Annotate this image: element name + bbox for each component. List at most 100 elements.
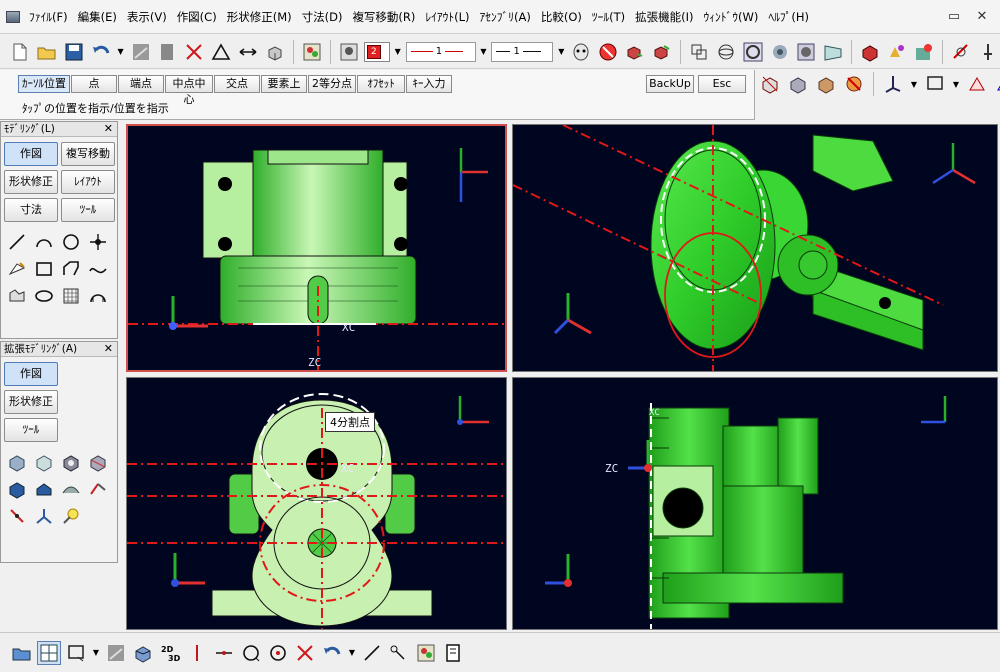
section-icon[interactable] [758,72,782,96]
new-file-icon[interactable] [8,40,32,64]
snap-endpoint-button[interactable]: 端点 [118,75,164,93]
color-dropdown-icon[interactable]: ▼ [393,42,403,62]
extrude-icon[interactable] [5,450,29,474]
menu-modify[interactable]: 形状修正(M) [222,9,297,25]
axis-red-icon[interactable] [5,504,29,528]
window-select-icon[interactable] [923,72,947,96]
modeling-modify-button[interactable]: 形状修正 [4,170,58,194]
shade-icon[interactable] [768,40,792,64]
snap-cursor-button[interactable]: ｶｰｿﾙ位置 [18,75,70,93]
measure-icon[interactable] [949,40,973,64]
ext-draw-button[interactable]: 作図 [4,362,58,386]
circle-tool-icon[interactable] [239,641,263,665]
palette-icon[interactable] [300,40,324,64]
light-icon[interactable] [59,504,83,528]
menu-dimension[interactable]: 寸法(D) [297,9,348,25]
boolean-icon[interactable] [86,477,110,501]
single-view-icon[interactable] [64,641,88,665]
save-icon[interactable] [62,40,86,64]
hatch-icon[interactable] [59,284,83,308]
horizontal-line-icon[interactable] [212,641,236,665]
vertical-line-icon[interactable] [185,641,209,665]
center-circle-icon[interactable] [266,641,290,665]
texture-icon[interactable] [814,72,838,96]
open-folder-icon[interactable] [35,40,59,64]
flip-icon[interactable] [965,72,989,96]
axis-dropdown-icon[interactable]: ▼ [909,74,919,94]
line-width-select[interactable]: 1 [491,41,554,62]
modeling-draw-button[interactable]: 作図 [4,142,58,166]
modeling-panel-close-icon[interactable]: ✕ [104,122,113,136]
menu-extensions[interactable]: 拡張機能(I) [630,9,698,25]
modeling-copy-move-button[interactable]: 複写移動 [61,142,115,166]
menu-file[interactable]: ﾌｧｲﾙ(F) [24,9,73,25]
snap-on-element-button[interactable]: 要素上 [261,75,307,93]
clip-icon[interactable] [441,641,465,665]
line-type-dropdown-icon[interactable]: ▼ [479,42,489,62]
pin-icon[interactable] [976,40,1000,64]
sketch-mode-icon[interactable] [104,641,128,665]
loft-icon[interactable] [86,450,110,474]
polyline-icon[interactable] [59,257,83,281]
mask-icon[interactable] [569,40,593,64]
rectangle-icon[interactable] [32,257,56,281]
circle-icon[interactable] [59,230,83,254]
arc-icon[interactable] [32,230,56,254]
undo-icon[interactable] [89,40,113,64]
box-measure-icon[interactable] [263,40,287,64]
backup-button[interactable]: BackUp [646,75,694,93]
menu-edit[interactable]: 編集(E) [73,9,122,25]
undo-dropdown-icon[interactable]: ▼ [116,42,126,62]
modeling-dimension-button[interactable]: 寸法 [4,198,58,222]
sketch-icon[interactable] [129,40,153,64]
fillet-icon[interactable] [86,284,110,308]
view-dropdown-icon[interactable]: ▼ [91,643,101,663]
modeling-layout-button[interactable]: ﾚｲｱｳﾄ [61,170,115,194]
sphere-icon[interactable] [714,40,738,64]
render-icon[interactable] [795,40,819,64]
point-icon[interactable] [86,230,110,254]
spline-icon[interactable] [86,257,110,281]
minimize-button[interactable]: ▭ [946,8,962,24]
box-icon[interactable] [786,72,810,96]
connect-icon[interactable] [387,641,411,665]
four-views-icon[interactable] [37,640,61,665]
ellipse-icon[interactable] [32,284,56,308]
snap-bisect-button[interactable]: 2等分点 [308,75,356,93]
ext-tools-button[interactable]: ﾂｰﾙ [4,418,58,442]
esc-button[interactable]: Esc [698,75,746,93]
mirror-icon[interactable] [993,72,1000,96]
viewport-top-right[interactable] [512,124,998,372]
shell-icon[interactable] [5,477,29,501]
fill-gray-icon[interactable] [156,40,180,64]
profile-icon[interactable] [5,284,29,308]
modeling-tools-button[interactable]: ﾂｰﾙ [61,198,115,222]
cut-icon[interactable] [842,72,866,96]
group-icon[interactable] [687,40,711,64]
menu-draw[interactable]: 作図(C) [172,9,222,25]
sweep-icon[interactable] [59,450,83,474]
app-icon[interactable] [6,10,20,23]
ext-modify-button[interactable]: 形状修正 [4,390,58,414]
viewport-bottom-left[interactable]: 4分割点 XC [126,377,507,630]
delete-icon[interactable] [293,641,317,665]
line-type-select[interactable]: 1 [405,41,476,62]
line-icon[interactable] [5,230,29,254]
solid-icon[interactable] [858,40,882,64]
menu-assembly[interactable]: ｱｾﾝﾌﾞﾘ(A) [475,9,536,25]
revolve-icon[interactable] [32,450,56,474]
edit-shape-icon[interactable] [5,257,29,281]
show-part-icon[interactable] [623,40,647,64]
surface-icon[interactable] [59,477,83,501]
draft-icon[interactable] [32,477,56,501]
trim-icon[interactable] [182,40,206,64]
hide-icon[interactable] [596,40,620,64]
hide-part-icon[interactable] [650,40,674,64]
2d-3d-toggle-icon[interactable]: 2D 3D [158,641,182,665]
extended-panel-close-icon[interactable]: ✕ [104,342,113,356]
palette-icon[interactable] [414,641,438,665]
viewport-top-left[interactable]: ZC XC [126,124,507,372]
menu-layout[interactable]: ﾚｲｱｳﾄ(L) [420,9,474,25]
solid-view-icon[interactable] [131,641,155,665]
line-width-dropdown-icon[interactable]: ▼ [556,42,566,62]
